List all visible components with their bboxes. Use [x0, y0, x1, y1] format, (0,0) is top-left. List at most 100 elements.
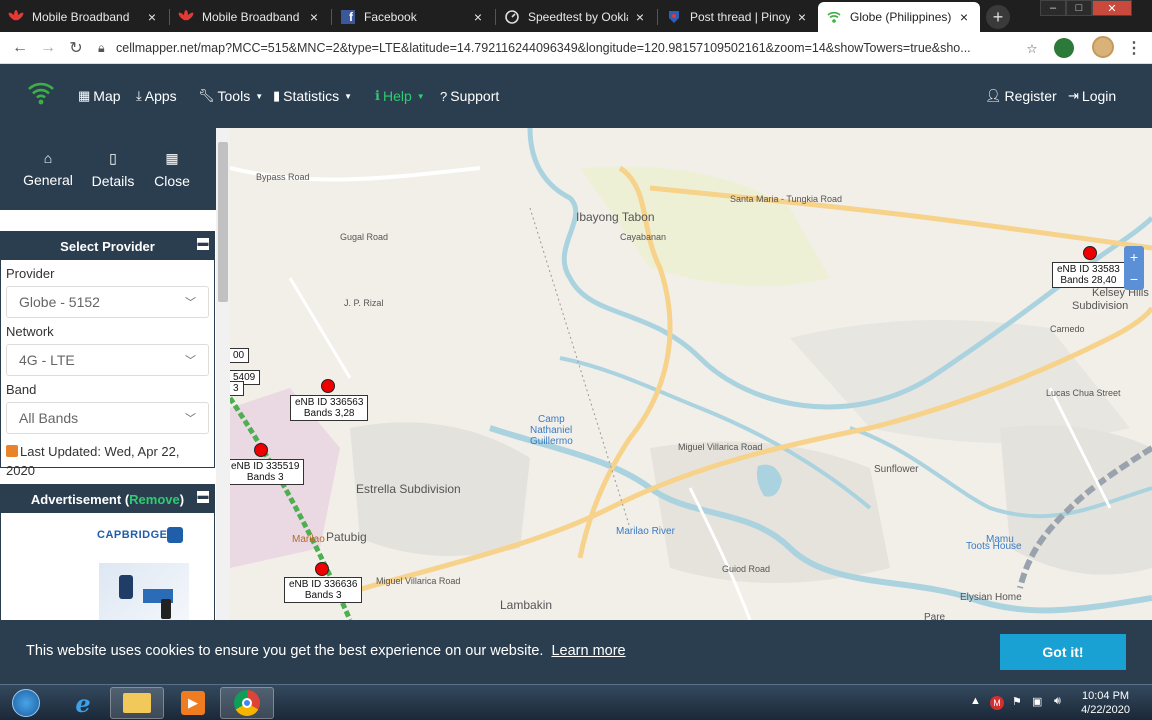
- got-it-button[interactable]: Got it!: [1000, 634, 1126, 670]
- url-text[interactable]: cellmapper.net/map?MCC=515&MNC=2&type=LT…: [116, 41, 1022, 55]
- kebab-menu-icon[interactable]: ⋮: [1126, 38, 1142, 58]
- nav-statistics[interactable]: ▮ Statistics ▼: [273, 64, 352, 128]
- map-icon: ▦: [165, 150, 179, 166]
- nav-map[interactable]: ▦ Map: [78, 64, 121, 128]
- flag-icon[interactable]: ⚑: [1012, 695, 1022, 708]
- cellmapper-logo[interactable]: [26, 80, 56, 111]
- tab-general[interactable]: ⌂ General: [18, 150, 78, 188]
- reload-icon[interactable]: ↻: [62, 34, 90, 62]
- zoom-out-button[interactable]: −: [1124, 268, 1144, 290]
- window-controls: – □ ✕: [1040, 0, 1132, 16]
- nav-apps[interactable]: ⤓ Apps: [136, 64, 177, 128]
- tab-title: Speedtest by Ookla -: [528, 10, 628, 24]
- sidebar-scrollbar[interactable]: [216, 128, 230, 620]
- taskbar-media-player[interactable]: ▶: [166, 687, 220, 719]
- tower-marker-335519[interactable]: [254, 443, 268, 457]
- tower-label-33583[interactable]: eNB ID 33583 Bands 28,40: [1052, 262, 1125, 288]
- close-tab-icon[interactable]: ×: [632, 9, 648, 25]
- profile-avatar[interactable]: [1092, 36, 1114, 58]
- zoom-control: + −: [1124, 246, 1144, 290]
- place-label: Camp: [538, 414, 565, 425]
- taskbar-chrome[interactable]: [220, 687, 274, 719]
- capbridge-logo: CAPBRIDGE: [97, 529, 168, 541]
- nav-tools[interactable]: 🔧︎ Tools ▼: [198, 64, 263, 128]
- chevron-down-icon: ﹀: [185, 413, 196, 425]
- close-window-icon[interactable]: ✕: [1092, 0, 1132, 16]
- pinoy-icon: [666, 9, 682, 25]
- collapse-icon[interactable]: ▬: [197, 491, 209, 503]
- nav-support[interactable]: ? Support: [440, 64, 499, 128]
- tab-mobile-broadband-2[interactable]: Mobile Broadband ×: [170, 2, 330, 32]
- sign-in-icon: ⇥: [1068, 88, 1079, 103]
- zoom-in-button[interactable]: +: [1124, 246, 1144, 268]
- tower-marker-33583[interactable]: [1083, 246, 1097, 260]
- forward-arrow-icon[interactable]: →: [34, 34, 62, 62]
- media-player-icon: ▶: [181, 691, 205, 715]
- band-label: Band: [6, 382, 37, 397]
- provider-select[interactable]: Globe - 5152 ﹀: [6, 286, 209, 318]
- tab-mobile-broadband-1[interactable]: Mobile Broadband ×: [0, 2, 168, 32]
- taskbar-explorer[interactable]: [110, 687, 164, 719]
- tab-facebook[interactable]: f Facebook ×: [332, 2, 494, 32]
- network-icon[interactable]: ▣: [1032, 695, 1042, 708]
- lock-icon: 🔒︎: [98, 40, 105, 55]
- learn-more-link[interactable]: Learn more: [551, 643, 625, 659]
- back-arrow-icon[interactable]: ←: [6, 34, 34, 62]
- road-label: Gugal Road: [340, 232, 389, 242]
- place-label: Nathaniel: [530, 425, 573, 436]
- system-clock[interactable]: 10:04 PM 4/22/2020: [1081, 689, 1130, 717]
- remove-ad-link[interactable]: Remove: [129, 492, 180, 507]
- folder-icon: [123, 693, 151, 713]
- cookie-message: This website uses cookies to ensure you …: [26, 643, 626, 659]
- start-button[interactable]: [6, 687, 46, 719]
- tower-label-336636[interactable]: eNB ID 336636 Bands 3: [284, 577, 363, 603]
- tower-label-partial[interactable]: 00: [230, 348, 250, 363]
- windows-logo-icon: [12, 689, 40, 717]
- download-icon: ⤓: [136, 88, 142, 103]
- address-bar[interactable]: 🔒︎ cellmapper.net/map?MCC=515&MNC=2&type…: [98, 35, 1042, 61]
- tower-marker-336563[interactable]: [321, 379, 335, 393]
- band-select[interactable]: All Bands ﹀: [6, 402, 209, 434]
- antivirus-icon[interactable]: M: [990, 696, 1004, 710]
- maximize-icon[interactable]: □: [1066, 0, 1092, 16]
- collapse-icon[interactable]: ▬: [197, 238, 209, 250]
- network-select[interactable]: 4G - LTE ﹀: [6, 344, 209, 376]
- chrome-icon: [234, 690, 260, 716]
- extension-icon[interactable]: [1054, 38, 1074, 58]
- ad-banner[interactable]: CAPBRIDGE: [1, 513, 214, 621]
- place-label: Guillermo: [530, 436, 573, 447]
- minimize-icon[interactable]: –: [1040, 0, 1066, 16]
- road-label: Cayabanan: [620, 232, 667, 242]
- new-tab-button[interactable]: +: [986, 5, 1010, 29]
- nav-register[interactable]: 👤︎ Register: [985, 64, 1057, 128]
- volume-icon[interactable]: 🔊︎: [1054, 695, 1061, 708]
- close-tab-icon[interactable]: ×: [306, 9, 322, 25]
- huawei-icon: [8, 9, 24, 25]
- tower-label-335519[interactable]: eNB ID 335519 Bands 3: [230, 459, 305, 485]
- tab-close[interactable]: ▦ Close: [142, 150, 202, 189]
- close-tab-icon[interactable]: ×: [144, 9, 160, 25]
- road-label: Miguel Villarica Road: [678, 442, 763, 452]
- signal-bars-icon: ▮: [273, 88, 281, 103]
- tab-details[interactable]: ▯ Details: [83, 150, 143, 189]
- nav-help[interactable]: ℹ Help ▼: [375, 64, 425, 128]
- close-tab-icon[interactable]: ×: [470, 9, 486, 25]
- tower-label-partial[interactable]: 3: [230, 381, 244, 396]
- tab-globe-cellmapper[interactable]: Globe (Philippines) - ×: [818, 2, 980, 32]
- rss-icon[interactable]: [6, 445, 18, 457]
- place-label: Marilao: [292, 534, 325, 545]
- tower-label-336563[interactable]: eNB ID 336563 Bands 3,28: [290, 395, 369, 421]
- tower-marker-336636[interactable]: [315, 562, 329, 576]
- taskbar-ie[interactable]: e: [56, 687, 110, 719]
- map-view[interactable]: Ibayong Tabon Estrella Subdivision Patub…: [230, 128, 1152, 620]
- close-tab-icon[interactable]: ×: [794, 9, 810, 25]
- tab-pinoy-internet[interactable]: Post thread | Pinoy In ×: [658, 2, 818, 32]
- panel-header: Advertisement (Remove) ▬: [1, 485, 214, 513]
- place-label: Patubig: [326, 530, 367, 544]
- close-tab-icon[interactable]: ×: [956, 9, 972, 25]
- tray-chevron-icon[interactable]: ▲: [970, 695, 981, 707]
- bookmark-star-icon[interactable]: ☆: [1022, 41, 1042, 56]
- nav-login[interactable]: ⇥ Login: [1068, 64, 1116, 128]
- scrollbar-thumb[interactable]: [218, 142, 228, 302]
- tab-speedtest[interactable]: Speedtest by Ookla - ×: [496, 2, 656, 32]
